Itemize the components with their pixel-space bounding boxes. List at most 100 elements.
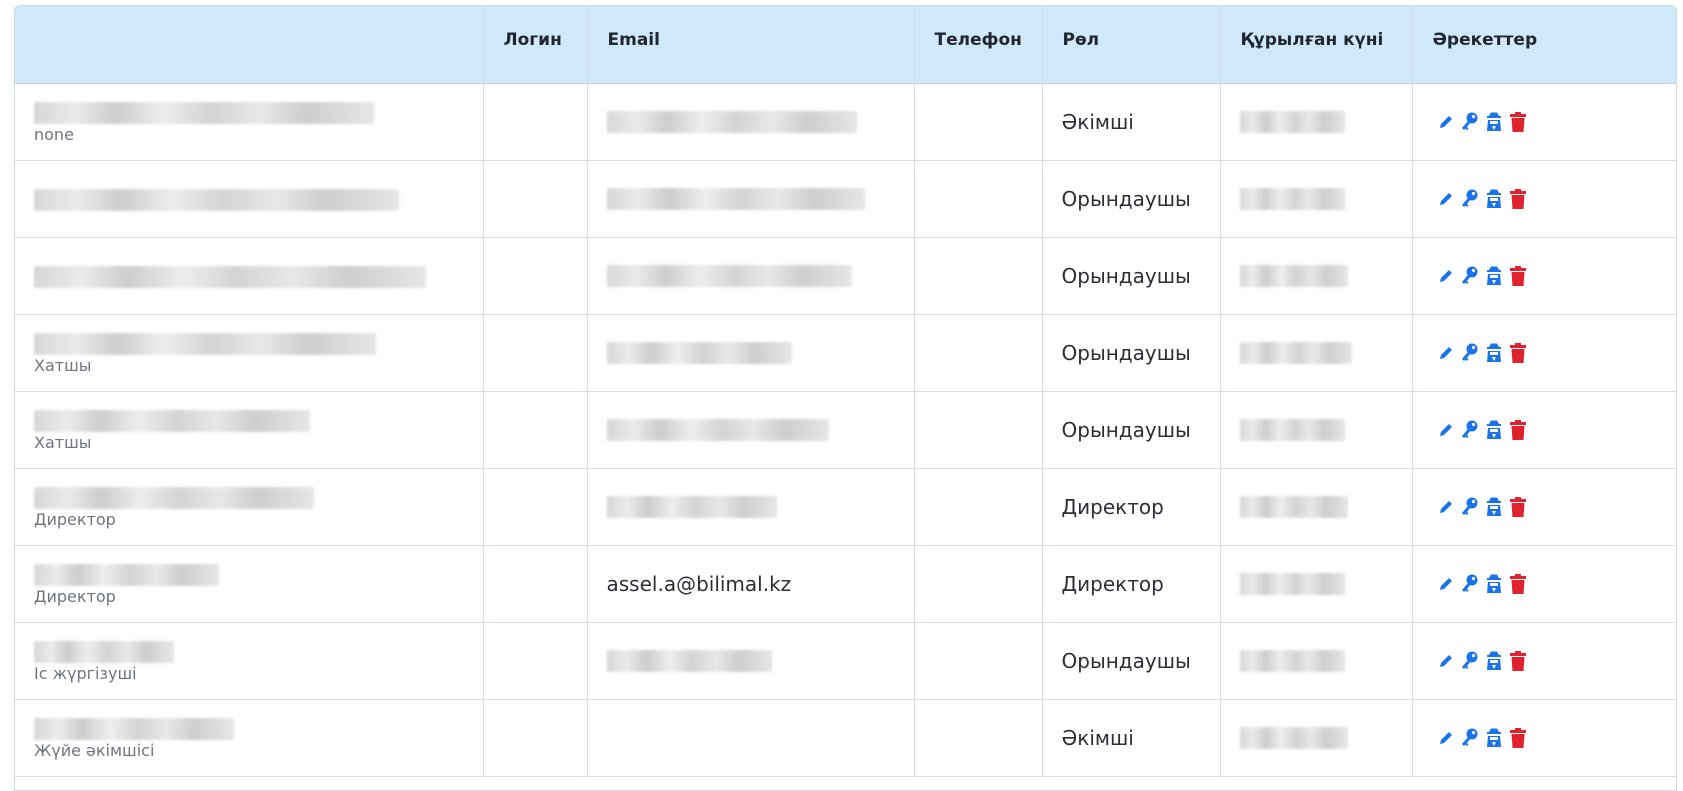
trash-button[interactable]: [1509, 111, 1527, 133]
actions-cell: [1412, 83, 1676, 161]
key-button[interactable]: [1461, 342, 1479, 364]
name-cell: Директор: [15, 468, 484, 546]
key-button[interactable]: [1461, 573, 1479, 595]
pencil-icon: [1438, 422, 1454, 438]
trash-button[interactable]: [1509, 188, 1527, 210]
user-secret-button[interactable]: [1485, 188, 1503, 210]
table-row[interactable]: none Әкімші: [15, 83, 1676, 161]
pencil-button[interactable]: [1437, 342, 1455, 364]
email-cell: [587, 83, 915, 161]
created-date-cell: [1220, 83, 1413, 161]
name-redacted: [34, 410, 310, 432]
key-button[interactable]: [1461, 496, 1479, 518]
name-cell: Директор: [15, 545, 484, 623]
key-button[interactable]: [1461, 727, 1479, 749]
pencil-button[interactable]: [1437, 573, 1455, 595]
pencil-icon: [1438, 576, 1454, 592]
trash-button[interactable]: [1509, 342, 1527, 364]
login-cell: [483, 237, 588, 315]
trash-button[interactable]: [1509, 265, 1527, 287]
role-cell: Әкімші: [1042, 699, 1221, 777]
user-secret-icon: [1486, 497, 1502, 517]
date-redacted: [1239, 727, 1348, 749]
user-secret-button[interactable]: [1485, 111, 1503, 133]
key-icon: [1461, 420, 1479, 440]
email-cell: [587, 622, 915, 700]
pencil-button[interactable]: [1437, 419, 1455, 441]
user-secret-button[interactable]: [1485, 727, 1503, 749]
created-date-cell: [1220, 468, 1413, 546]
login-cell: [483, 468, 588, 546]
date-redacted: [1239, 111, 1345, 133]
created-date-cell: [1220, 391, 1413, 469]
phone-cell: [914, 622, 1043, 700]
user-secret-button[interactable]: [1485, 650, 1503, 672]
name-redacted: [34, 333, 376, 355]
user-position: Жүйе әкімшісі: [34, 741, 155, 760]
key-icon: [1461, 728, 1479, 748]
col-header-phone[interactable]: Телефон: [914, 6, 1043, 84]
role-cell: Директор: [1042, 468, 1221, 546]
pencil-button[interactable]: [1437, 111, 1455, 133]
pencil-icon: [1438, 268, 1454, 284]
user-secret-button[interactable]: [1485, 419, 1503, 441]
key-button[interactable]: [1461, 111, 1479, 133]
created-date-cell: [1220, 237, 1413, 315]
phone-cell: [914, 699, 1043, 777]
actions-cell: [1412, 545, 1676, 623]
pencil-button[interactable]: [1437, 265, 1455, 287]
user-secret-button[interactable]: [1485, 265, 1503, 287]
pencil-button[interactable]: [1437, 188, 1455, 210]
user-secret-button[interactable]: [1485, 496, 1503, 518]
name-redacted: [34, 189, 399, 211]
key-button[interactable]: [1461, 265, 1479, 287]
pencil-button[interactable]: [1437, 650, 1455, 672]
actions-cell: [1412, 160, 1676, 238]
trash-icon: [1509, 112, 1526, 132]
user-secret-icon: [1486, 574, 1502, 594]
pencil-button[interactable]: [1437, 496, 1455, 518]
pencil-icon: [1438, 191, 1454, 207]
created-date-cell: [1220, 314, 1413, 392]
email-cell: [587, 314, 915, 392]
col-header-name[interactable]: [15, 6, 484, 84]
user-secret-icon: [1486, 112, 1502, 132]
actions-cell: [1412, 237, 1676, 315]
email-cell: [587, 237, 915, 315]
table-row[interactable]: Хатшы Орындаушы: [15, 314, 1676, 392]
pencil-button[interactable]: [1437, 727, 1455, 749]
user-secret-icon: [1486, 189, 1502, 209]
date-redacted: [1239, 188, 1345, 210]
table-row[interactable]: Директор Директор: [15, 468, 1676, 546]
trash-button[interactable]: [1509, 496, 1527, 518]
key-button[interactable]: [1461, 188, 1479, 210]
trash-icon: [1509, 420, 1526, 440]
phone-cell: [914, 83, 1043, 161]
role-cell: Орындаушы: [1042, 160, 1221, 238]
table-row[interactable]: Іс жүргізуші Орындаушы: [15, 622, 1676, 700]
phone-cell: [914, 391, 1043, 469]
user-secret-icon: [1486, 343, 1502, 363]
col-header-created[interactable]: Құрылған күні: [1220, 6, 1413, 84]
table-row[interactable]: Жүйе әкімшісі Әкімші: [15, 699, 1676, 777]
table-row[interactable]: Директор assel.a@bilimal.kz Директор: [15, 545, 1676, 623]
trash-button[interactable]: [1509, 573, 1527, 595]
pencil-icon: [1438, 653, 1454, 669]
table-row[interactable]: Орындаушы: [15, 237, 1676, 315]
email-redacted: [606, 342, 792, 364]
trash-button[interactable]: [1509, 727, 1527, 749]
col-header-role[interactable]: Рөл: [1042, 6, 1221, 84]
table-row[interactable]: Хатшы Орындаушы: [15, 391, 1676, 469]
table-row[interactable]: Орындаушы: [15, 160, 1676, 238]
trash-button[interactable]: [1509, 650, 1527, 672]
key-button[interactable]: [1461, 650, 1479, 672]
trash-button[interactable]: [1509, 419, 1527, 441]
col-header-login[interactable]: Логин: [483, 6, 588, 84]
name-redacted: [34, 641, 174, 663]
col-header-email[interactable]: Email: [587, 6, 915, 84]
pencil-icon: [1438, 345, 1454, 361]
user-secret-button[interactable]: [1485, 342, 1503, 364]
user-secret-button[interactable]: [1485, 573, 1503, 595]
name-cell: [15, 160, 484, 238]
key-button[interactable]: [1461, 419, 1479, 441]
